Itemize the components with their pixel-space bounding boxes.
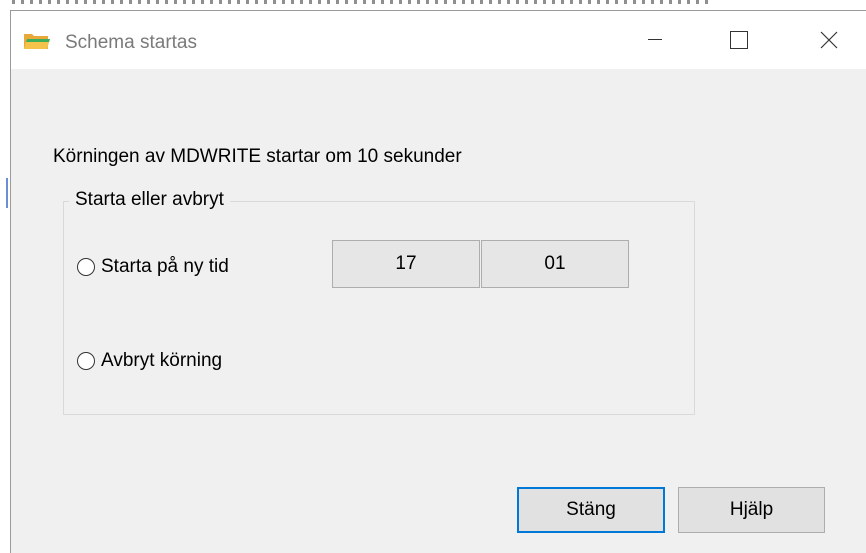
radio-label-start-new-time[interactable]: Starta på ny tid xyxy=(101,256,229,278)
minimize-icon xyxy=(648,39,662,40)
radio-cancel-run[interactable]: Avbryt körning xyxy=(77,350,222,372)
dialog-window: Schema startas Körningen av MDWRITE star… xyxy=(10,10,866,553)
close-window-button[interactable] xyxy=(795,11,863,69)
countdown-message: Körningen av MDWRITE startar om 10 sekun… xyxy=(53,146,462,167)
maximize-button[interactable] xyxy=(705,11,773,69)
close-icon xyxy=(820,31,838,49)
radio-circle[interactable] xyxy=(77,352,95,370)
radio-label-cancel-run[interactable]: Avbryt körning xyxy=(101,350,222,372)
help-button[interactable]: Hjälp xyxy=(678,487,825,533)
background-edge-mark xyxy=(6,178,8,208)
folder-icon xyxy=(23,31,51,51)
minute-field[interactable]: 01 xyxy=(481,240,629,288)
title-bar[interactable]: Schema startas xyxy=(11,11,866,69)
background-text-fragment xyxy=(12,0,712,4)
window-title: Schema startas xyxy=(65,32,197,53)
maximize-icon xyxy=(730,31,748,49)
minimize-button[interactable] xyxy=(621,11,689,69)
radio-circle[interactable] xyxy=(77,258,95,276)
background-app-strip xyxy=(0,0,866,10)
start-or-cancel-group xyxy=(63,201,695,415)
group-legend: Starta eller avbryt xyxy=(69,189,230,211)
close-button[interactable]: Stäng xyxy=(517,487,665,533)
hour-field[interactable]: 17 xyxy=(332,240,480,288)
radio-start-new-time[interactable]: Starta på ny tid xyxy=(77,256,229,278)
